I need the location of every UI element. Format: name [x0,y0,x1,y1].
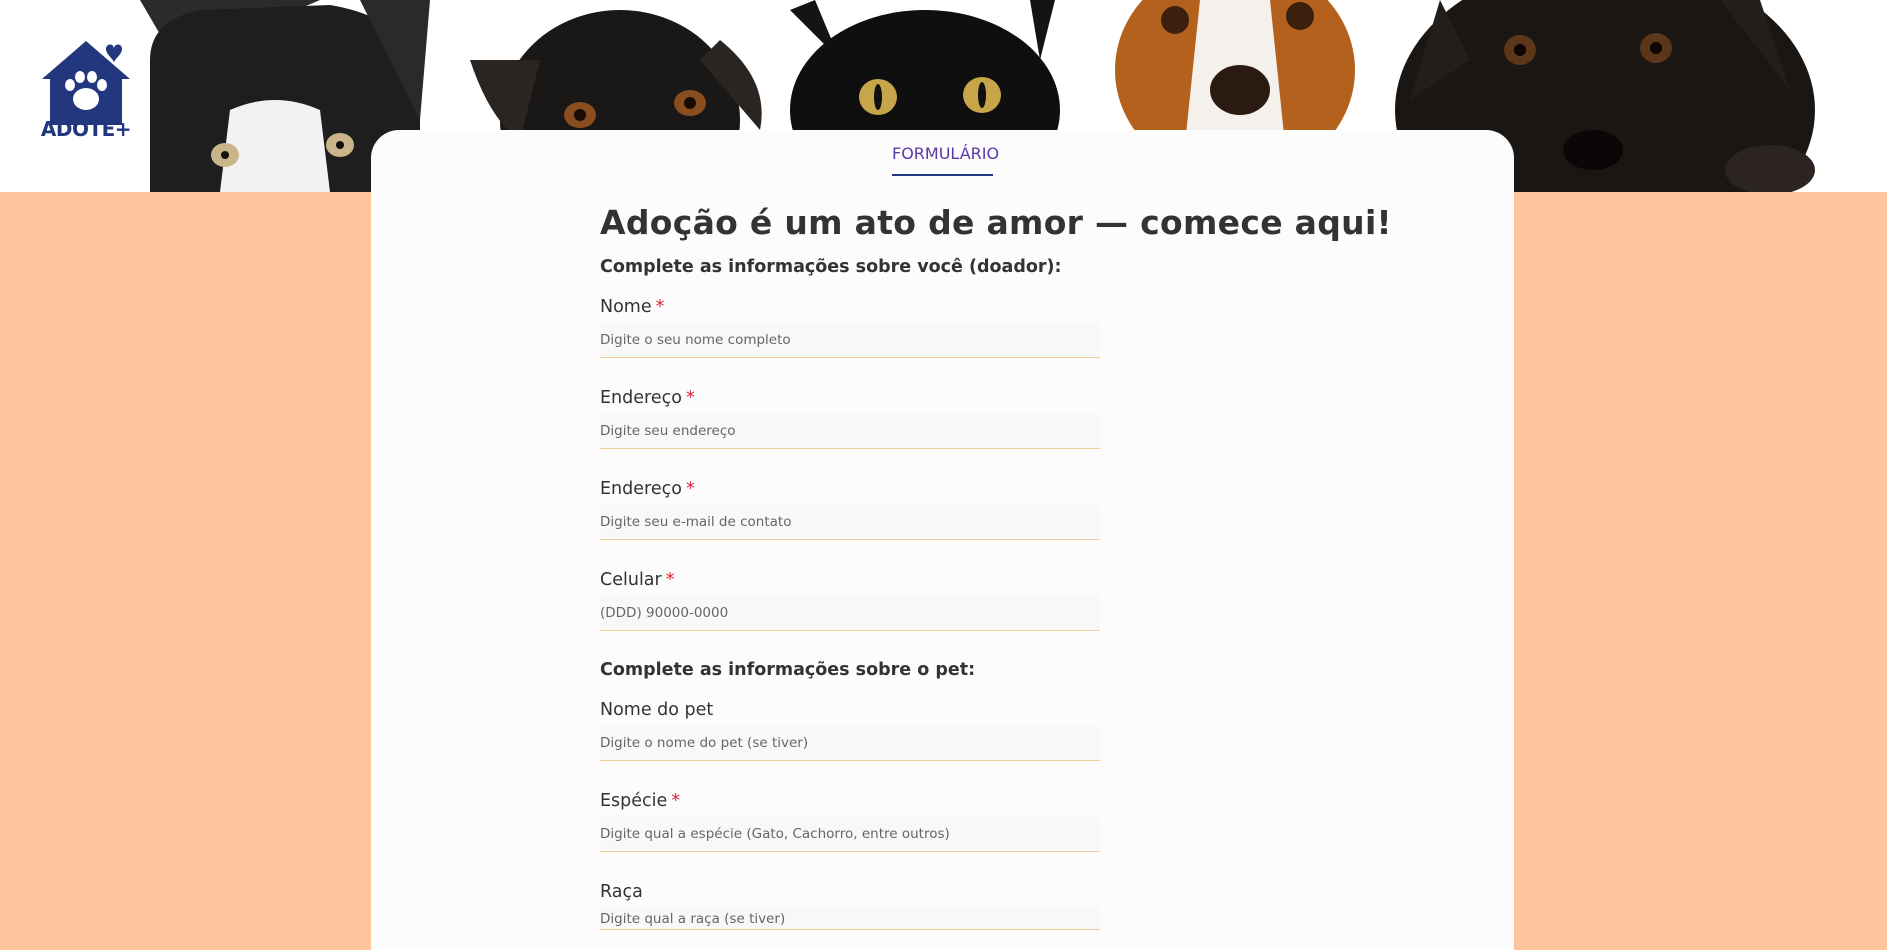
phone-label: Celular [600,570,662,590]
pet-name-input[interactable] [600,726,1100,761]
name-field: Nome * [600,295,1100,358]
required-marker: * [655,297,665,317]
species-field: Espécie * [600,789,1100,852]
name-input[interactable] [600,323,1100,358]
name-label: Nome [600,297,652,317]
breed-label: Raça [600,882,643,902]
required-marker: * [671,791,681,811]
tab-formulario[interactable]: FORMULÁRIO [892,142,999,176]
species-label: Espécie [600,791,668,811]
species-input[interactable] [600,817,1100,852]
required-marker: * [685,388,695,408]
pet-name-label: Nome do pet [600,700,714,720]
email-field: Endereço * [600,477,1100,540]
address-field: Endereço * [600,386,1100,449]
address-label: Endereço [600,388,682,408]
donor-section-heading: Complete as informações sobre você (doad… [600,257,1062,277]
breed-field: Raça [600,880,1100,930]
page-title: Adoção é um ato de amor — comece aqui! [600,203,1392,242]
brand-name[interactable]: ADOTE+ [38,117,134,141]
email-label: Endereço [600,479,682,499]
email-input[interactable] [600,505,1100,540]
phone-field: Celular * [600,568,1100,631]
address-input[interactable] [600,414,1100,449]
pet-section-heading: Complete as informações sobre o pet: [600,660,976,680]
phone-input[interactable] [600,596,1100,631]
pet-name-field: Nome do pet [600,698,1100,761]
required-marker: * [665,570,675,590]
required-marker: * [685,479,695,499]
